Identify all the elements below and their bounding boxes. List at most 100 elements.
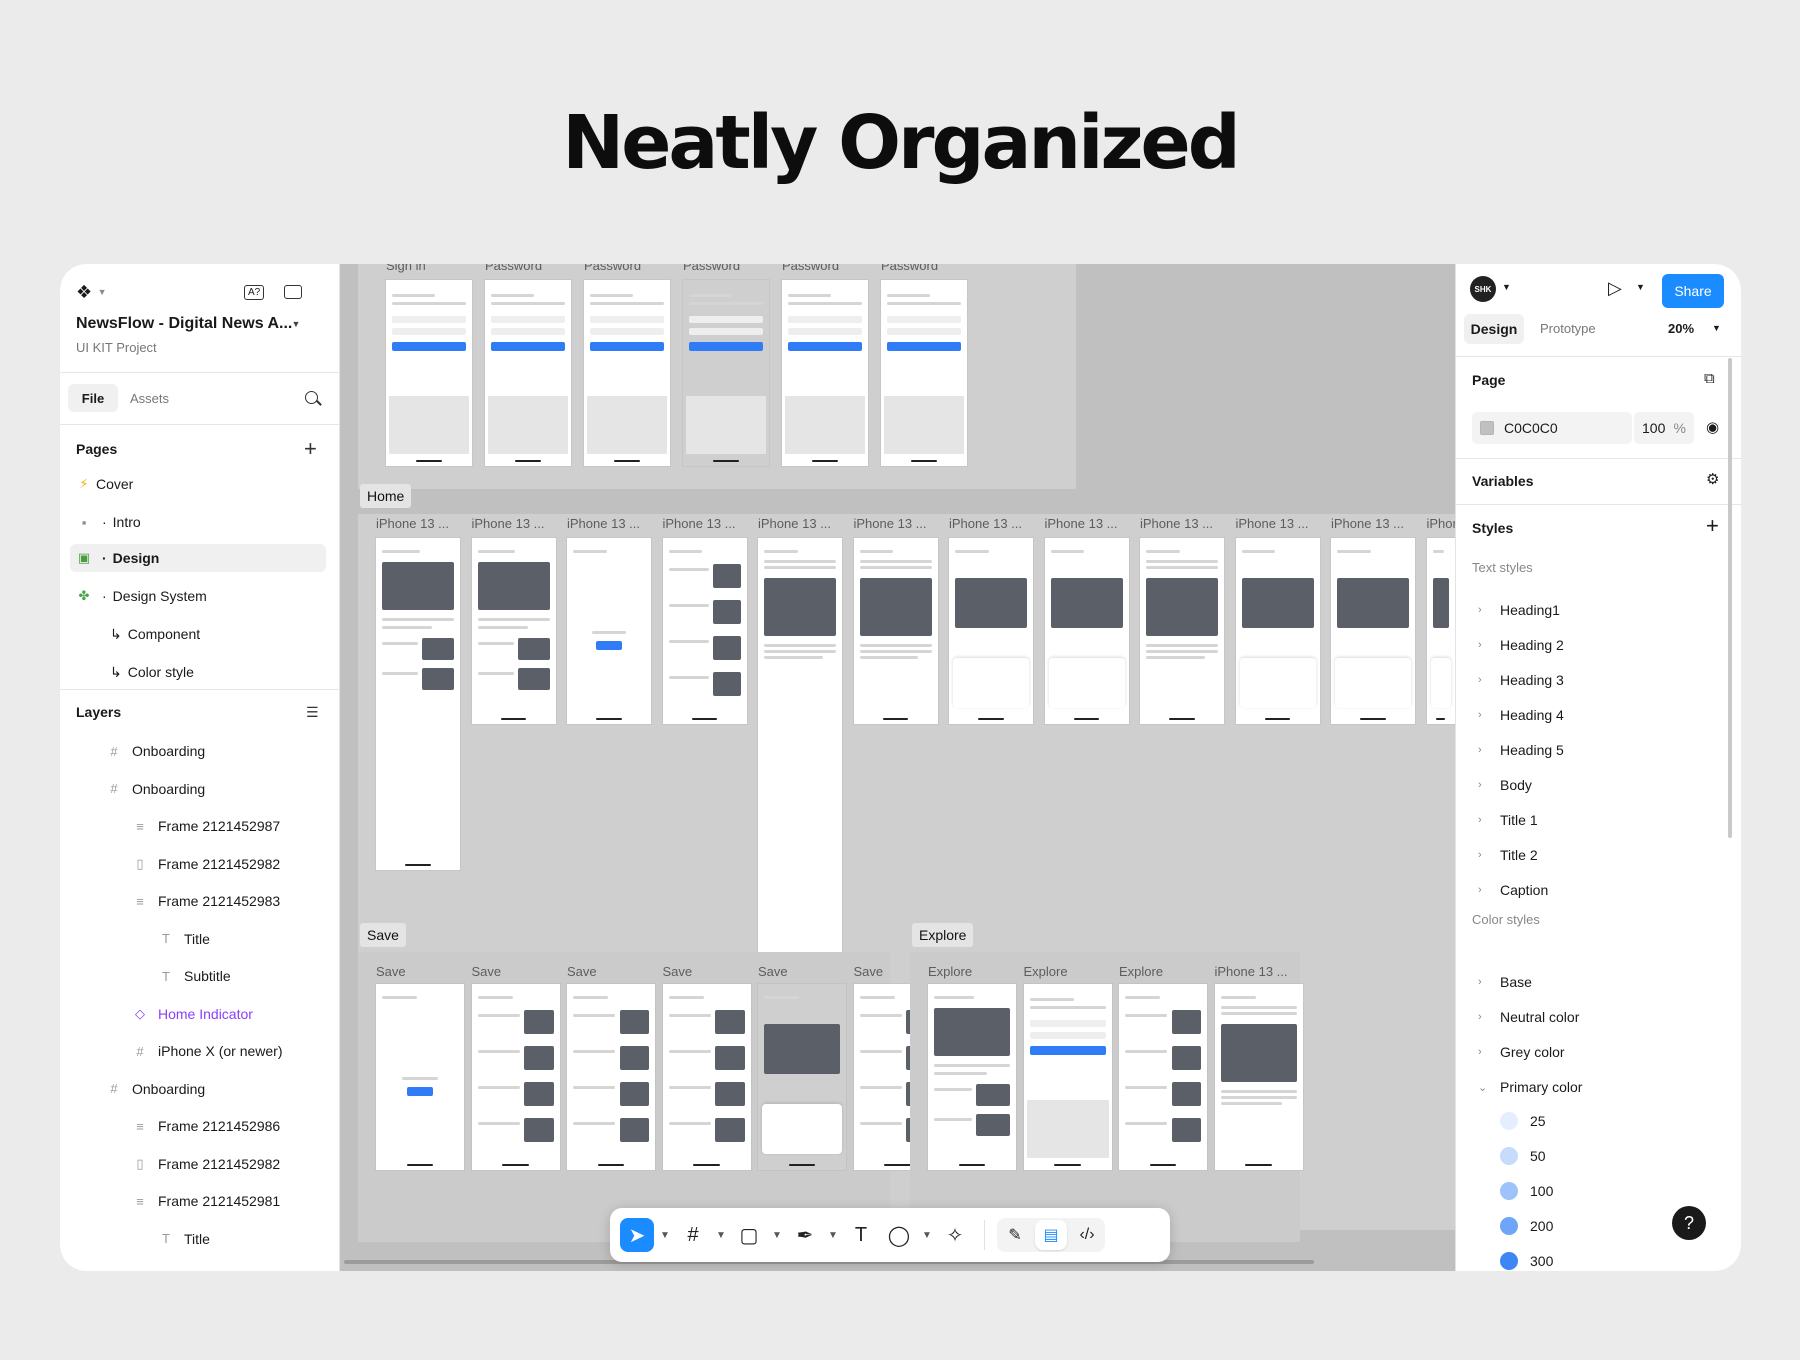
tab-design[interactable]: Design [1464,314,1524,344]
layer-row[interactable]: # Onboarding [106,739,205,763]
play-icon[interactable]: ▷ [1608,278,1622,299]
frame-label[interactable]: iPhone 13 ... [854,516,927,531]
explore-section-label[interactable]: Explore [912,923,974,947]
help-button[interactable]: ? [1672,1206,1706,1240]
frame-label[interactable]: Password [881,264,938,273]
phone-frame[interactable] [584,280,670,466]
share-button[interactable]: Share [1662,274,1724,308]
frame-label[interactable]: Password [485,264,542,273]
layer-row[interactable]: # Onboarding [106,1077,205,1101]
frame-label[interactable]: iPhone 13 ... [1331,516,1404,531]
frame-label[interactable]: iPhone 13 ... [567,516,640,531]
chevron-down-icon[interactable]: ▼ [920,1230,934,1241]
layer-row[interactable]: T Title [158,1227,210,1251]
frame-label[interactable]: iPhone 13 ... [1215,964,1288,979]
text-style-item[interactable]: › Heading1 [1478,602,1560,618]
design-canvas[interactable]: Sign in Password Password Password Password P… [340,264,1455,1271]
chevron-down-icon[interactable]: ▼ [288,319,304,329]
page-color-swatch[interactable] [1480,421,1494,435]
phone-frame[interactable] [567,538,651,724]
frame-label[interactable]: iPhone 13 ... [472,516,545,531]
frame-label[interactable]: Sign in [386,264,426,273]
frame-label[interactable]: iPhone 13 ... [376,516,449,531]
page-opacity-value[interactable]: 100 [1642,420,1665,436]
phone-frame[interactable] [1023,984,1112,1170]
home-section-label[interactable]: Home [360,484,412,508]
frame-label[interactable]: Save [758,964,788,979]
frame-label[interactable]: Explore [1119,964,1163,979]
page-item-color-style[interactable]: ↳ Color style [70,658,326,686]
text-style-item[interactable]: › Heading 3 [1478,672,1564,688]
text-style-item[interactable]: › Caption [1478,882,1548,898]
layer-row[interactable]: ≡ Frame 2121452983 [132,889,280,913]
chevron-down-icon[interactable]: ▼ [94,287,110,297]
design-mode-icon[interactable]: ▤ [1035,1220,1067,1250]
phone-frame[interactable] [386,280,472,466]
primary-shade-item[interactable]: 25 [1500,1112,1546,1130]
phone-frame[interactable] [485,280,571,466]
phone-frame[interactable] [1044,538,1129,724]
rectangle-tool-button[interactable]: ▢ [732,1218,766,1252]
color-style-item[interactable]: › Neutral color [1478,1009,1579,1025]
layer-row[interactable]: ≡ Frame 2121452981 [132,1189,280,1213]
phone-frame[interactable] [949,538,1033,724]
frame-label[interactable]: iPhone 13 ... [1140,516,1213,531]
layer-row[interactable]: ≡ Frame 2121452986 [132,1114,280,1138]
text-style-item[interactable]: › Title 1 [1478,812,1538,828]
draw-mode-icon[interactable]: ✎ [999,1220,1031,1250]
text-style-item[interactable]: › Heading 4 [1478,707,1564,723]
color-style-item[interactable]: › Grey color [1478,1044,1565,1060]
phone-frame[interactable] [1214,984,1303,1170]
dev-mode-badge[interactable]: A? [244,284,265,300]
page-opacity-field[interactable]: 100 % [1634,412,1694,444]
add-page-icon[interactable]: + [304,436,317,462]
dev-mode-icon[interactable]: ‹/› [1071,1220,1103,1250]
phone-frame[interactable] [683,280,769,466]
frame-label[interactable]: Save [663,964,693,979]
layer-row[interactable]: # Onboarding [106,777,205,801]
frame-label[interactable]: Password [683,264,740,273]
phone-frame[interactable] [758,984,846,1170]
phone-frame[interactable] [782,280,868,466]
add-style-icon[interactable]: + [1706,513,1719,539]
layer-row[interactable]: ▯ Frame 2121452982 [132,1152,280,1176]
page-item-design[interactable]: ▣ · Design [70,544,326,572]
frame-label[interactable]: Explore [1024,964,1068,979]
chevron-down-icon[interactable]: ▼ [1502,282,1511,292]
sidebar-toggle-icon[interactable] [284,285,302,299]
phone-frame[interactable] [471,538,556,724]
chevron-down-icon[interactable]: ▼ [714,1230,728,1241]
phone-frame[interactable] [567,984,655,1170]
ai-tools-button[interactable]: ✧ [938,1218,972,1252]
chevron-down-icon[interactable]: ▼ [1712,323,1721,333]
page-item-cover[interactable]: ⚡ Cover [70,470,326,498]
frame-label[interactable]: iPhone 13 ... [663,516,736,531]
phone-frame[interactable] [1331,538,1415,724]
phone-frame[interactable] [662,538,747,724]
frame-label[interactable]: Save [472,964,502,979]
variables-title[interactable]: Variables [1472,473,1534,489]
move-tool-button[interactable]: ➤ [620,1218,654,1252]
primary-shade-item[interactable]: 200 [1500,1217,1553,1235]
frame-label[interactable]: Password [782,264,839,273]
phone-frame[interactable] [881,280,967,466]
page-color-value[interactable]: C0C0C0 [1504,420,1558,436]
layer-row[interactable]: ≡ Frame 2121452987 [132,814,280,838]
user-avatar[interactable]: SHK [1470,276,1496,302]
page-item-design-system[interactable]: ✤ · Design System [70,582,326,610]
phone-frame[interactable] [1119,984,1207,1170]
phone-frame[interactable] [662,984,751,1170]
app-logo-icon[interactable]: ❖ [76,282,92,303]
panel-vertical-scrollbar[interactable] [1728,358,1732,838]
primary-shade-item[interactable]: 100 [1500,1182,1553,1200]
phone-frame[interactable] [376,538,460,870]
frame-label[interactable]: iPhone [1427,516,1456,531]
page-color-field[interactable]: C0C0C0 [1472,412,1632,444]
phone-frame[interactable] [1235,538,1320,724]
comment-tool-button[interactable]: ◯ [882,1218,916,1252]
tab-file[interactable]: File [68,384,118,412]
color-style-item[interactable]: ⌄ Primary color [1478,1079,1582,1095]
text-style-item[interactable]: › Heading 5 [1478,742,1564,758]
tab-assets[interactable]: Assets [122,384,169,412]
primary-shade-item[interactable]: 50 [1500,1147,1546,1165]
